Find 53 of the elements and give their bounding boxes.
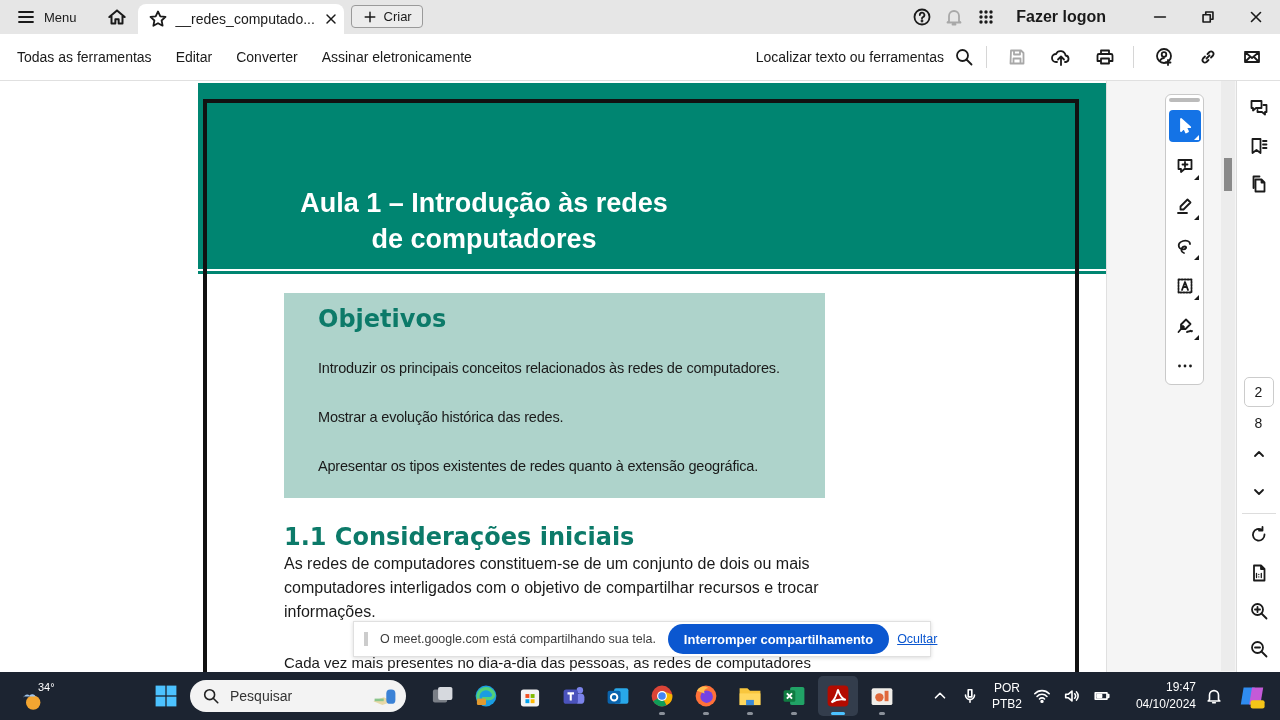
sign-in-button[interactable]: Fazer logon xyxy=(1016,0,1106,34)
clock[interactable]: 19:47 04/10/2024 xyxy=(1135,679,1196,713)
page-number-field[interactable]: 2 xyxy=(1243,377,1274,407)
toolbar-menu-item[interactable]: Assinar eletronicamente xyxy=(313,43,480,71)
objective-text: Introduzir os principais conceitos relacionados às redes de computadores. xyxy=(318,359,781,378)
browser-icon[interactable] xyxy=(649,683,675,709)
search-icon[interactable] xyxy=(954,47,974,67)
weather-widget[interactable]: 34° xyxy=(20,679,60,713)
find-button[interactable]: Localizar texto ou ferramentas xyxy=(751,43,978,71)
zoom-in-icon[interactable] xyxy=(1248,601,1269,621)
toolbar-menu-item[interactable]: Converter xyxy=(228,43,306,71)
wifi-icon[interactable] xyxy=(1032,687,1051,705)
document-title: Aula 1 – Introdução às redes xyxy=(299,187,669,220)
windows-logo-icon xyxy=(153,683,179,709)
search-icon xyxy=(202,687,220,705)
menu-button[interactable]: Menu xyxy=(10,0,83,34)
drag-handle[interactable] xyxy=(364,632,368,646)
section-heading: 1.1 Considerações iniciais xyxy=(284,522,636,552)
share-message: O meet.google.com está compartilhando sua tela. xyxy=(380,632,656,646)
page-count: 8 xyxy=(1254,414,1263,433)
volume-icon[interactable] xyxy=(1062,687,1081,705)
drag-handle[interactable] xyxy=(1169,98,1200,102)
objectives-heading: Objetivos xyxy=(318,305,448,333)
scrollbar-thumb[interactable] xyxy=(1224,158,1232,191)
temperature: 34° xyxy=(38,681,55,693)
notification-bell-icon[interactable] xyxy=(1205,687,1223,705)
body-paragraph: As redes de computadores constituem-se de um conjunto de dois ou mais computadores interligados com o objetivo de compartilhar recursos e trocar informações. xyxy=(284,554,820,622)
create-button[interactable]: Criar xyxy=(350,5,423,28)
document-title: de computadores xyxy=(370,223,598,256)
body-paragraph: Cada vez mais presentes no dia-a-dia das pessoas, as redes de computadores xyxy=(284,655,812,670)
browser-icon[interactable] xyxy=(473,683,499,709)
objective-text: Mostrar a evolução histórica das redes. xyxy=(318,408,565,427)
star-icon xyxy=(147,9,168,29)
help-icon[interactable] xyxy=(912,7,933,27)
cloud-upload-icon[interactable] xyxy=(1051,47,1071,67)
objective-text: Apresentar os tipos existentes de redes quanto à extensão geográfica. xyxy=(318,457,760,476)
restore-icon[interactable] xyxy=(1199,8,1217,26)
taskbar-search-field[interactable]: Pesquisar xyxy=(228,687,364,705)
hide-link[interactable]: Ocultar xyxy=(897,632,938,646)
toolbar-menu-item[interactable]: Editar xyxy=(167,43,221,71)
input-language-button[interactable]: POR PTB2 xyxy=(991,680,1022,712)
add-user-icon[interactable] xyxy=(1154,47,1174,67)
pdf-app-icon[interactable] xyxy=(825,683,851,709)
zoom-out-icon[interactable] xyxy=(1248,639,1269,659)
browser-icon[interactable] xyxy=(693,683,719,709)
tab-title: __redes_computado... xyxy=(175,11,315,27)
taskbar-app-button[interactable] xyxy=(818,676,858,716)
print-icon[interactable] xyxy=(1095,47,1115,67)
taskbar-search-bar[interactable]: Pesquisar xyxy=(190,680,406,712)
document-tab[interactable]: __redes_computado... xyxy=(137,4,344,34)
stop-sharing-button[interactable]: Interromper compartilhamento xyxy=(667,624,890,654)
toolbar-menu-item[interactable]: Todas as ferramentas xyxy=(9,43,160,71)
comments-icon[interactable] xyxy=(1248,98,1269,118)
